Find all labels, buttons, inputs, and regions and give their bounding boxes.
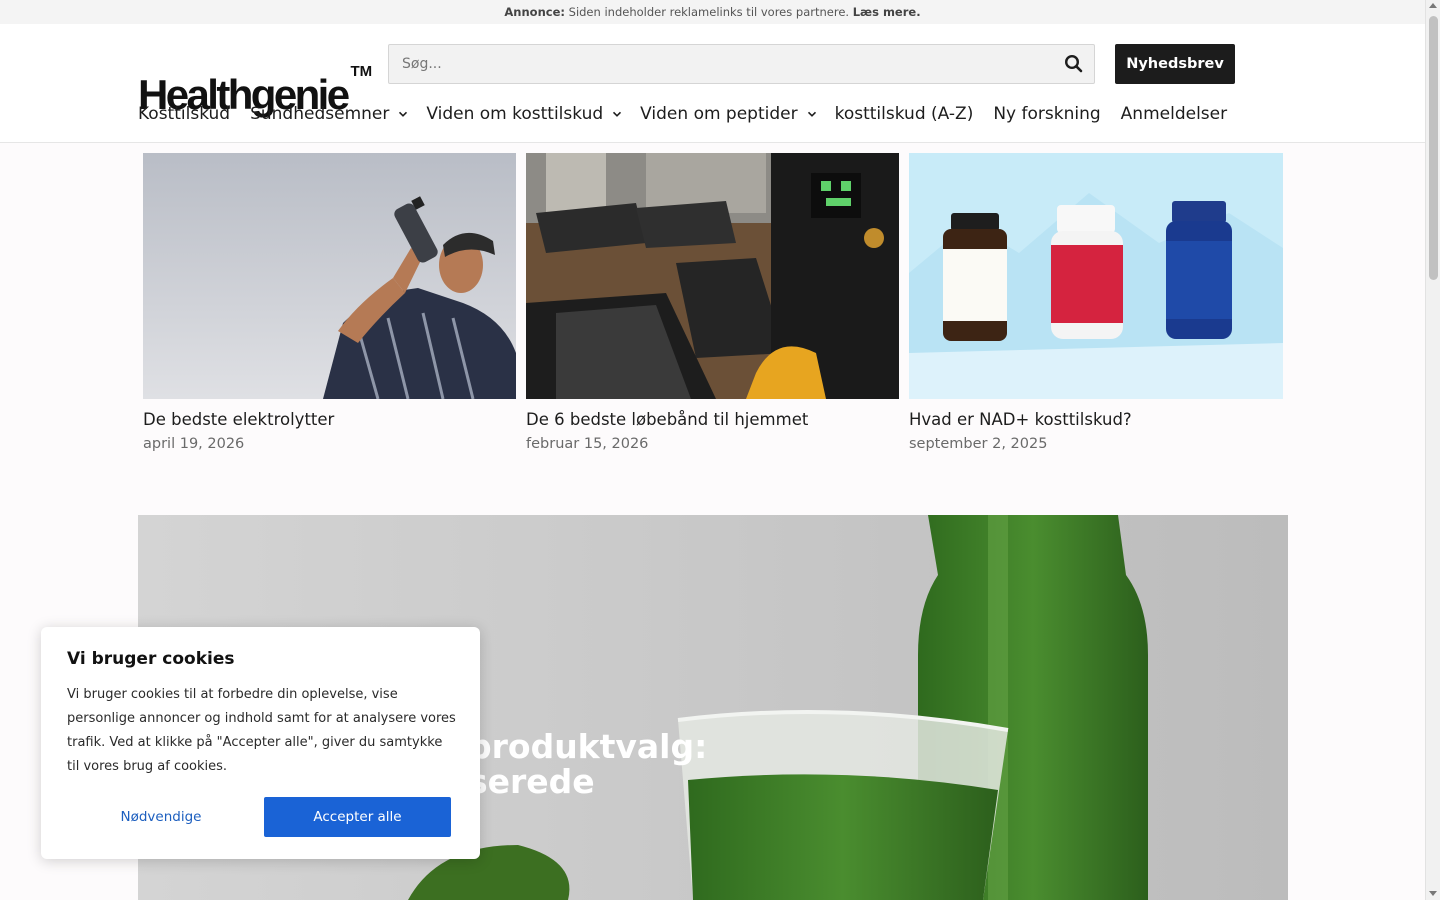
search-icon[interactable] [1064, 54, 1084, 74]
nav-item-sundhedsemner[interactable]: Sundhedsemner [250, 103, 408, 125]
article-card[interactable]: De bedste elektrolytter april 19, 2026 [143, 153, 516, 452]
accept-all-button[interactable]: Accepter alle [264, 797, 451, 837]
nav-item-anmeldelser[interactable]: Anmeldelser [1121, 103, 1227, 125]
cookie-body: Vi bruger cookies til at forbedre din op… [67, 687, 456, 774]
search-box [388, 44, 1095, 84]
hero-title[interactable]: produktvalg: serede [468, 729, 888, 799]
nav-label: Viden om peptider [640, 104, 798, 124]
nav-label: Sundhedsemner [250, 104, 390, 124]
featured-articles: De bedste elektrolytter april 19, 2026 D… [143, 153, 1283, 452]
article-card[interactable]: De 6 bedste løbebånd til hjemmet februar… [526, 153, 899, 452]
article-title[interactable]: Hvad er NAD+ kosttilskud? [909, 409, 1283, 431]
ad-text: Siden indeholder reklamelinks til vores … [568, 5, 850, 19]
nav-label: Anmeldelser [1120, 104, 1228, 124]
article-image-cyclist[interactable] [143, 153, 516, 399]
newsletter-button[interactable]: Nyhedsbrev [1115, 44, 1235, 84]
main-nav: Kosttilskud Sundhedsemner Viden om kostt… [138, 103, 1247, 125]
scroll-down-arrow-icon[interactable] [1429, 891, 1437, 896]
scrollbar-thumb[interactable] [1429, 16, 1438, 280]
article-image-nad-supplements[interactable] [909, 153, 1283, 399]
nav-label: Viden om kosttilskud [426, 104, 604, 124]
scroll-up-arrow-icon[interactable] [1429, 3, 1437, 8]
necessary-cookies-button[interactable]: Nødvendige [67, 797, 255, 837]
nav-label: Kosttilskud [138, 104, 231, 124]
ad-label: Annonce: [504, 5, 565, 19]
nav-label: Ny forskning [993, 104, 1101, 124]
chevron-down-icon [613, 111, 622, 117]
article-date: februar 15, 2026 [526, 436, 649, 452]
article-date: april 19, 2026 [143, 436, 245, 452]
chevron-down-icon [399, 111, 408, 117]
nav-item-kosttilskud-a-z[interactable]: kosttilskud (A-Z) [835, 103, 974, 125]
chevron-down-icon [807, 111, 816, 117]
article-title[interactable]: De 6 bedste løbebånd til hjemmet [526, 409, 899, 431]
page-scrollbar[interactable] [1425, 0, 1440, 900]
hero-title-line2: serede [468, 762, 595, 801]
search-input[interactable] [389, 45, 1029, 83]
article-image-treadmills[interactable] [526, 153, 899, 399]
ad-disclosure-bar: Annonce: Siden indeholder reklamelinks t… [0, 0, 1425, 24]
nav-item-ny-forskning[interactable]: Ny forskning [993, 103, 1100, 125]
nav-item-viden-om-peptider[interactable]: Viden om peptider [640, 103, 816, 125]
article-date: september 2, 2025 [909, 436, 1048, 452]
article-card[interactable]: Hvad er NAD+ kosttilskud? september 2, 2… [909, 153, 1283, 452]
nav-label: kosttilskud (A-Z) [834, 104, 974, 124]
hero-title-line1: produktvalg: [468, 727, 708, 766]
nav-item-viden-om-kosttilskud[interactable]: Viden om kosttilskud [426, 103, 622, 125]
site-header: HealthgenieTM Nyhedsbrev Kosttilskud Sun… [0, 24, 1425, 143]
nav-item-kosttilskud[interactable]: Kosttilskud [138, 103, 230, 125]
cookie-title: Vi bruger cookies [67, 649, 235, 669]
article-title[interactable]: De bedste elektrolytter [143, 409, 516, 431]
logo-trademark: TM [350, 63, 373, 80]
ad-read-more-link[interactable]: Læs mere. [853, 5, 921, 19]
cookie-consent-dialog: Vi bruger cookies Vi bruger cookies til … [41, 627, 480, 859]
